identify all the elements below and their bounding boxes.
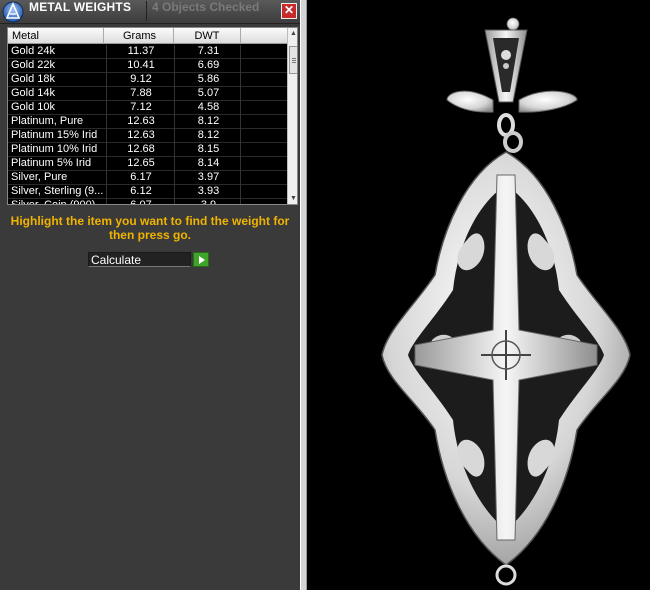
dwt-cell: 3.97 [197, 171, 220, 183]
grams-cell: 12.63 [127, 129, 155, 141]
metal-cell: Platinum, Pure [11, 115, 84, 127]
metal-cell: Gold 10k [11, 101, 56, 113]
objects-checked-status: 4 Objects Checked [152, 0, 260, 14]
close-icon: ✕ [283, 3, 295, 17]
metal-cell: Silver, Pure [11, 171, 68, 183]
go-button[interactable] [193, 252, 209, 267]
table-scrollbar[interactable]: ▲ ▼ [287, 28, 297, 204]
dwt-cell: 5.07 [197, 87, 220, 99]
table-row[interactable]: Platinum, Pure 12.63 8.12 [8, 115, 287, 129]
grip-line [292, 60, 296, 61]
grams-cell: 12.68 [127, 143, 155, 155]
dwt-cell: 4.58 [197, 101, 220, 113]
calculate-field[interactable]: Calculate [88, 252, 191, 267]
table-row[interactable]: Gold 24k 11.37 7.31 [8, 45, 287, 59]
column-header-metal[interactable]: Metal [8, 28, 104, 44]
grams-cell: 7.88 [130, 87, 152, 99]
table-row[interactable]: Silver, Sterling (9... 6.12 3.93 [8, 185, 287, 199]
dwt-cell: 3.93 [197, 185, 220, 197]
pendant-body [381, 151, 631, 586]
dwt-cell: 3.9 [200, 199, 217, 205]
dwt-cell: 8.15 [197, 143, 220, 155]
table-row[interactable]: Silver, Coin (900) 6.07 3.9 [8, 199, 287, 205]
dwt-cell: 8.14 [197, 157, 220, 169]
title-separator [146, 1, 147, 21]
panel-divider[interactable] [300, 0, 307, 590]
column-header-grams[interactable]: Grams [106, 28, 174, 44]
metal-cell: Silver, Coin (900) [11, 199, 96, 205]
metal-cell: Platinum 15% Irid [11, 129, 98, 141]
table-row[interactable]: Gold 18k 9.12 5.86 [8, 73, 287, 87]
dwt-cell: 6.69 [197, 59, 220, 71]
grams-cell: 9.12 [130, 73, 152, 85]
table-row[interactable]: Platinum 5% Irid 12.65 8.14 [8, 157, 287, 171]
metal-cell: Gold 18k [11, 73, 56, 85]
dwt-cell: 7.31 [197, 45, 220, 57]
grams-cell: 10.41 [127, 59, 155, 71]
play-arrow-icon [199, 256, 205, 264]
instruction-text: Highlight the item you want to find the … [10, 214, 290, 242]
metal-cell: Platinum 10% Irid [11, 143, 98, 155]
close-button[interactable]: ✕ [281, 3, 297, 19]
grams-cell: 6.17 [130, 171, 152, 183]
pendant-render [381, 17, 631, 586]
grams-cell: 6.12 [130, 185, 152, 197]
metal-weights-panel: METAL WEIGHTS 4 Objects Checked ✕ Metal G… [0, 0, 300, 590]
app-logo-icon [2, 1, 24, 23]
column-divider [174, 45, 175, 204]
scroll-down-button[interactable]: ▼ [288, 193, 297, 204]
dwt-cell: 8.12 [197, 129, 220, 141]
column-divider [240, 45, 241, 204]
metal-cell: Gold 22k [11, 59, 56, 71]
table-row[interactable]: Platinum 10% Irid 12.68 8.15 [8, 143, 287, 157]
table-row[interactable]: Gold 22k 10.41 6.69 [8, 59, 287, 73]
grams-cell: 11.37 [127, 45, 155, 57]
grams-cell: 7.12 [130, 101, 152, 113]
table-body: Gold 24k 11.37 7.31 Gold 22k 10.41 6.69 Gold 1… [8, 45, 287, 205]
table-header: Metal Grams DWT [8, 28, 287, 44]
metal-cell: Silver, Sterling (9... [11, 185, 104, 197]
3d-viewport[interactable] [307, 0, 650, 590]
grams-cell: 12.65 [127, 157, 155, 169]
grams-cell: 12.63 [127, 115, 155, 127]
chain-links [497, 113, 523, 153]
scroll-up-button[interactable]: ▲ [288, 28, 297, 39]
metal-weights-table[interactable]: Metal Grams DWT Gold 24k 11.37 7.31 Gold 22k 1… [7, 27, 298, 205]
dwt-cell: 8.12 [197, 115, 220, 127]
metal-cell: Gold 24k [11, 45, 56, 57]
column-header-blank [241, 28, 287, 44]
table-row[interactable]: Gold 10k 7.12 4.58 [8, 101, 287, 115]
column-header-dwt[interactable]: DWT [174, 28, 241, 44]
table-row[interactable]: Platinum 15% Irid 12.63 8.12 [8, 129, 287, 143]
table-row[interactable]: Gold 14k 7.88 5.07 [8, 87, 287, 101]
grams-cell: 6.07 [130, 199, 152, 205]
grip-line [292, 62, 296, 63]
metal-cell: Gold 14k [11, 87, 56, 99]
title-bar: METAL WEIGHTS 4 Objects Checked ✕ [0, 0, 300, 24]
dwt-cell: 5.86 [197, 73, 220, 85]
scroll-thumb[interactable] [289, 46, 297, 74]
grip-line [292, 58, 296, 59]
column-divider [106, 45, 107, 204]
window-title: METAL WEIGHTS [29, 0, 132, 14]
table-row[interactable]: Silver, Pure 6.17 3.97 [8, 171, 287, 185]
bail [484, 17, 528, 103]
metal-cell: Platinum 5% Irid [11, 157, 92, 169]
